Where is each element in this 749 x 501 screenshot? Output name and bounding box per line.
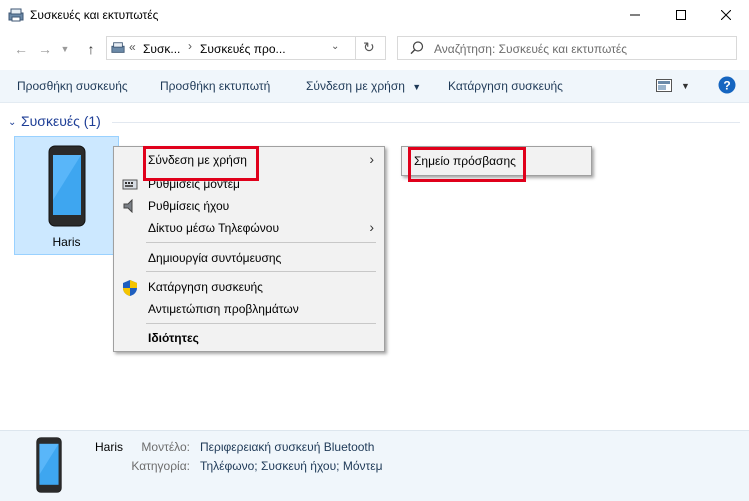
speaker-icon: [122, 198, 138, 214]
refresh-icon[interactable]: ↻: [363, 39, 375, 56]
dropdown-arrow-icon: ▼: [412, 82, 422, 92]
group-divider: [112, 122, 740, 123]
devices-printers-icon: [111, 41, 125, 58]
recent-locations-button[interactable]: ▼: [58, 38, 72, 60]
menu-item-label: Δημιουργία συντόμευσης: [148, 251, 282, 265]
connect-using-label: Σύνδεση με χρήση: [306, 79, 405, 93]
window-title: Συσκευές και εκτυπωτές: [30, 8, 159, 22]
device-item[interactable]: Haris: [14, 136, 119, 255]
menu-item-label: Αντιμετώπιση προβλημάτων: [148, 302, 299, 316]
breadcrumb-item[interactable]: Συσκευές προ...: [200, 42, 286, 56]
menu-item-label: Κατάργηση συσκευής: [148, 280, 263, 294]
details-pane: Haris Μοντέλο: Περιφερειακή συσκευή Blue…: [0, 430, 749, 501]
category-label: Κατηγορία:: [131, 459, 190, 473]
details-device-name: Haris: [95, 440, 124, 454]
menu-item-create-shortcut[interactable]: Δημιουργία συντόμευσης: [114, 247, 384, 269]
view-options-chevron-icon[interactable]: ▼: [681, 81, 690, 91]
modem-icon: [122, 177, 138, 191]
arrow-up-icon: ↑: [87, 41, 95, 57]
command-bar: Προσθήκη συσκευής Προσθήκη εκτυπωτή Σύνδ…: [0, 70, 749, 103]
shield-icon: [122, 280, 138, 296]
model-value: Περιφερειακή συσκευή Bluetooth: [200, 440, 375, 454]
view-icon: [656, 79, 672, 92]
menu-item-properties[interactable]: Ιδιότητες: [114, 327, 384, 349]
category-value: Τηλέφωνο; Συσκευή ήχου; Μόντεμ: [200, 459, 383, 473]
chevron-right-icon: ›: [369, 151, 374, 167]
help-icon: ?: [718, 76, 736, 94]
back-button[interactable]: ←: [10, 38, 32, 60]
devices-printers-icon: [8, 7, 24, 26]
search-box[interactable]: Αναζήτηση: Συσκευές και εκτυπωτές: [397, 36, 737, 60]
menu-item-label: Ιδιότητες: [148, 331, 199, 345]
add-printer-button[interactable]: Προσθήκη εκτυπωτή: [160, 79, 270, 93]
menu-item-remove-device[interactable]: Κατάργηση συσκευής: [114, 276, 384, 298]
device-name: Haris: [52, 235, 81, 249]
chevron-down-icon: ▼: [60, 44, 70, 54]
chevron-right-icon: ›: [369, 219, 374, 235]
minimize-button[interactable]: [612, 0, 658, 30]
arrow-right-icon: →: [38, 41, 52, 57]
address-bar[interactable]: « Συσκ... › Συσκευές προ... ⌄ ↻: [106, 36, 386, 60]
maximize-button[interactable]: [658, 0, 704, 30]
connect-using-button[interactable]: Σύνδεση με χρήση ▼: [306, 79, 421, 93]
divider: [355, 37, 356, 59]
address-row: ← → ▼ ↑ « Συσκ... › Συσκευές προ... ⌄ ↻ …: [0, 30, 749, 68]
up-button[interactable]: ↑: [80, 38, 102, 60]
title-bar: Συσκευές και εκτυπωτές: [0, 0, 749, 30]
collapse-group-icon[interactable]: ⌄: [8, 117, 16, 128]
menu-separator: [146, 271, 376, 272]
phone-icon: [36, 437, 62, 496]
search-input[interactable]: Αναζήτηση: Συσκευές και εκτυπωτές: [434, 42, 627, 56]
model-label: Μοντέλο:: [141, 440, 190, 454]
highlight-box: [143, 146, 259, 181]
menu-item-sound-settings[interactable]: Ρυθμίσεις ήχου: [114, 195, 384, 217]
arrow-left-icon: ←: [14, 41, 28, 57]
menu-separator: [146, 323, 376, 324]
menu-item-label: Ρυθμίσεις ήχου: [148, 199, 230, 213]
menu-separator: [146, 242, 376, 243]
breadcrumb-item[interactable]: Συσκ...: [143, 42, 180, 56]
address-dropdown-icon[interactable]: ⌄: [331, 41, 339, 52]
search-icon: [410, 41, 424, 58]
highlight-box: [408, 147, 526, 182]
menu-item-label: Δίκτυο μέσω Τηλεφώνου: [148, 221, 280, 235]
forward-button[interactable]: →: [34, 38, 56, 60]
group-header[interactable]: Συσκευές (1): [21, 113, 101, 129]
close-button[interactable]: [703, 0, 749, 30]
menu-item-troubleshoot[interactable]: Αντιμετώπιση προβλημάτων: [114, 298, 384, 320]
phone-icon: [48, 145, 86, 230]
breadcrumb-overflow[interactable]: «: [129, 40, 136, 54]
remove-device-button[interactable]: Κατάργηση συσκευής: [448, 79, 563, 93]
menu-item-phone-network[interactable]: Δίκτυο μέσω Τηλεφώνου ›: [114, 217, 384, 239]
breadcrumb-separator-icon[interactable]: ›: [188, 39, 192, 53]
svg-text:?: ?: [723, 79, 730, 93]
add-device-button[interactable]: Προσθήκη συσκευής: [17, 79, 128, 93]
help-button[interactable]: ?: [718, 76, 736, 97]
change-view-button[interactable]: [656, 79, 672, 95]
